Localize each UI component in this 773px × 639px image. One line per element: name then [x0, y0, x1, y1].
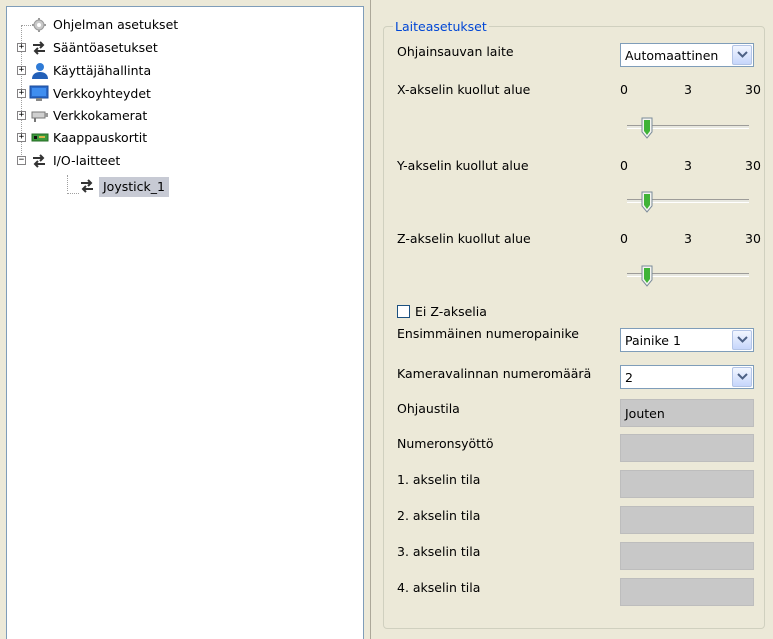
- axis1-state-field: [620, 470, 754, 498]
- tree-item-webcams[interactable]: + Verkkokamerat: [7, 106, 363, 126]
- camera-icon: [31, 109, 49, 125]
- x-deadzone-label: X-akselin kuollut alue: [397, 82, 531, 97]
- joystick-device-label: Ohjainsauvan laite: [397, 44, 514, 59]
- tree-item-label: Joystick_1: [99, 177, 169, 197]
- axis2-state-label: 2. akselin tila: [397, 508, 481, 523]
- tree-item-label: Ohjelman asetukset: [53, 17, 179, 32]
- expand-icon[interactable]: +: [17, 111, 26, 120]
- expand-icon[interactable]: +: [17, 133, 26, 142]
- tree-item-label: I/O-laitteet: [53, 153, 121, 168]
- y-deadzone-min: 0: [620, 158, 628, 173]
- tree-item-label: Verkkoyhteydet: [53, 86, 151, 101]
- tree-item-network-connections[interactable]: + Verkkoyhteydet: [7, 84, 363, 104]
- no-z-axis-label[interactable]: Ei Z-akselia: [415, 304, 487, 320]
- chevron-down-icon: [737, 336, 748, 343]
- z-deadzone-max: 30: [745, 231, 761, 246]
- control-mode-value: Jouten: [625, 406, 665, 421]
- number-input-field: [620, 434, 754, 462]
- first-number-button-label: Ensimmäinen numeropainike: [397, 326, 579, 341]
- tree-item-rule-settings[interactable]: + Sääntöasetukset: [7, 38, 363, 58]
- combo-value: Painike 1: [625, 333, 681, 348]
- arrows-icon: [79, 178, 97, 194]
- joystick-device-select[interactable]: Automaattinen: [620, 43, 754, 67]
- expand-icon[interactable]: +: [17, 43, 26, 52]
- chevron-down-icon: [737, 373, 748, 380]
- dropdown-button[interactable]: [732, 45, 752, 65]
- axis3-state-label: 3. akselin tila: [397, 544, 481, 559]
- x-deadzone-min: 0: [620, 82, 628, 97]
- card-icon: [31, 132, 49, 148]
- no-z-axis-checkbox[interactable]: [397, 305, 410, 318]
- chevron-down-icon: [737, 51, 748, 58]
- x-deadzone-slider-thumb[interactable]: [641, 117, 653, 139]
- tree-item-user-management[interactable]: + Käyttäjähallinta: [7, 61, 363, 81]
- expand-icon[interactable]: +: [17, 89, 26, 98]
- tree-item-label: Verkkokamerat: [53, 108, 148, 123]
- arrows-icon: [31, 153, 49, 169]
- z-deadzone-slider-thumb[interactable]: [641, 265, 653, 287]
- y-deadzone-slider-thumb[interactable]: [641, 191, 653, 213]
- dropdown-button[interactable]: [732, 330, 752, 350]
- control-mode-field: Jouten: [620, 399, 754, 427]
- device-settings-panel: Laiteasetukset Ohjainsauvan laite Automa…: [373, 0, 773, 639]
- axis1-state-label: 1. akselin tila: [397, 472, 481, 487]
- axis3-state-field: [620, 542, 754, 570]
- number-input-label: Numeronsyöttö: [397, 436, 494, 451]
- tree-item-program-settings[interactable]: Ohjelman asetukset: [7, 15, 363, 35]
- group-title: Laiteasetukset: [393, 19, 489, 34]
- gear-icon: [31, 17, 49, 33]
- z-deadzone-min: 0: [620, 231, 628, 246]
- settings-tree[interactable]: Ohjelman asetukset + Sääntöasetukset + K…: [6, 6, 364, 639]
- axis2-state-field: [620, 506, 754, 534]
- first-number-button-select[interactable]: Painike 1: [620, 328, 754, 352]
- z-deadzone-label: Z-akselin kuollut alue: [397, 231, 531, 246]
- tree-item-joystick-1[interactable]: Joystick_1: [7, 175, 363, 197]
- control-mode-label: Ohjaustila: [397, 401, 460, 416]
- monitor-icon: [29, 85, 49, 101]
- tree-item-label: Kaappauskortit: [53, 130, 148, 145]
- x-deadzone-current: 3: [684, 82, 692, 97]
- y-deadzone-label: Y-akselin kuollut alue: [397, 158, 529, 173]
- y-deadzone-current: 3: [684, 158, 692, 173]
- tree-item-capture-cards[interactable]: + Kaappauskortit: [7, 128, 363, 148]
- y-deadzone-max: 30: [745, 158, 761, 173]
- tree-item-label: Käyttäjähallinta: [53, 63, 152, 78]
- expand-icon[interactable]: +: [17, 66, 26, 75]
- tree-item-label: Sääntöasetukset: [53, 40, 158, 55]
- combo-value: 2: [625, 370, 633, 385]
- camera-number-count-select[interactable]: 2: [620, 365, 754, 389]
- splitter-line: [370, 0, 371, 639]
- axis4-state-field: [620, 578, 754, 606]
- combo-value: Automaattinen: [625, 48, 719, 63]
- collapse-icon[interactable]: −: [17, 156, 26, 165]
- x-deadzone-max: 30: [745, 82, 761, 97]
- user-icon: [31, 62, 49, 79]
- dropdown-button[interactable]: [732, 367, 752, 387]
- arrows-icon: [31, 40, 49, 56]
- camera-number-count-label: Kameravalinnan numeromäärä: [397, 366, 592, 381]
- axis4-state-label: 4. akselin tila: [397, 580, 481, 595]
- z-deadzone-current: 3: [684, 231, 692, 246]
- tree-item-io-devices[interactable]: − I/O-laitteet: [7, 151, 363, 171]
